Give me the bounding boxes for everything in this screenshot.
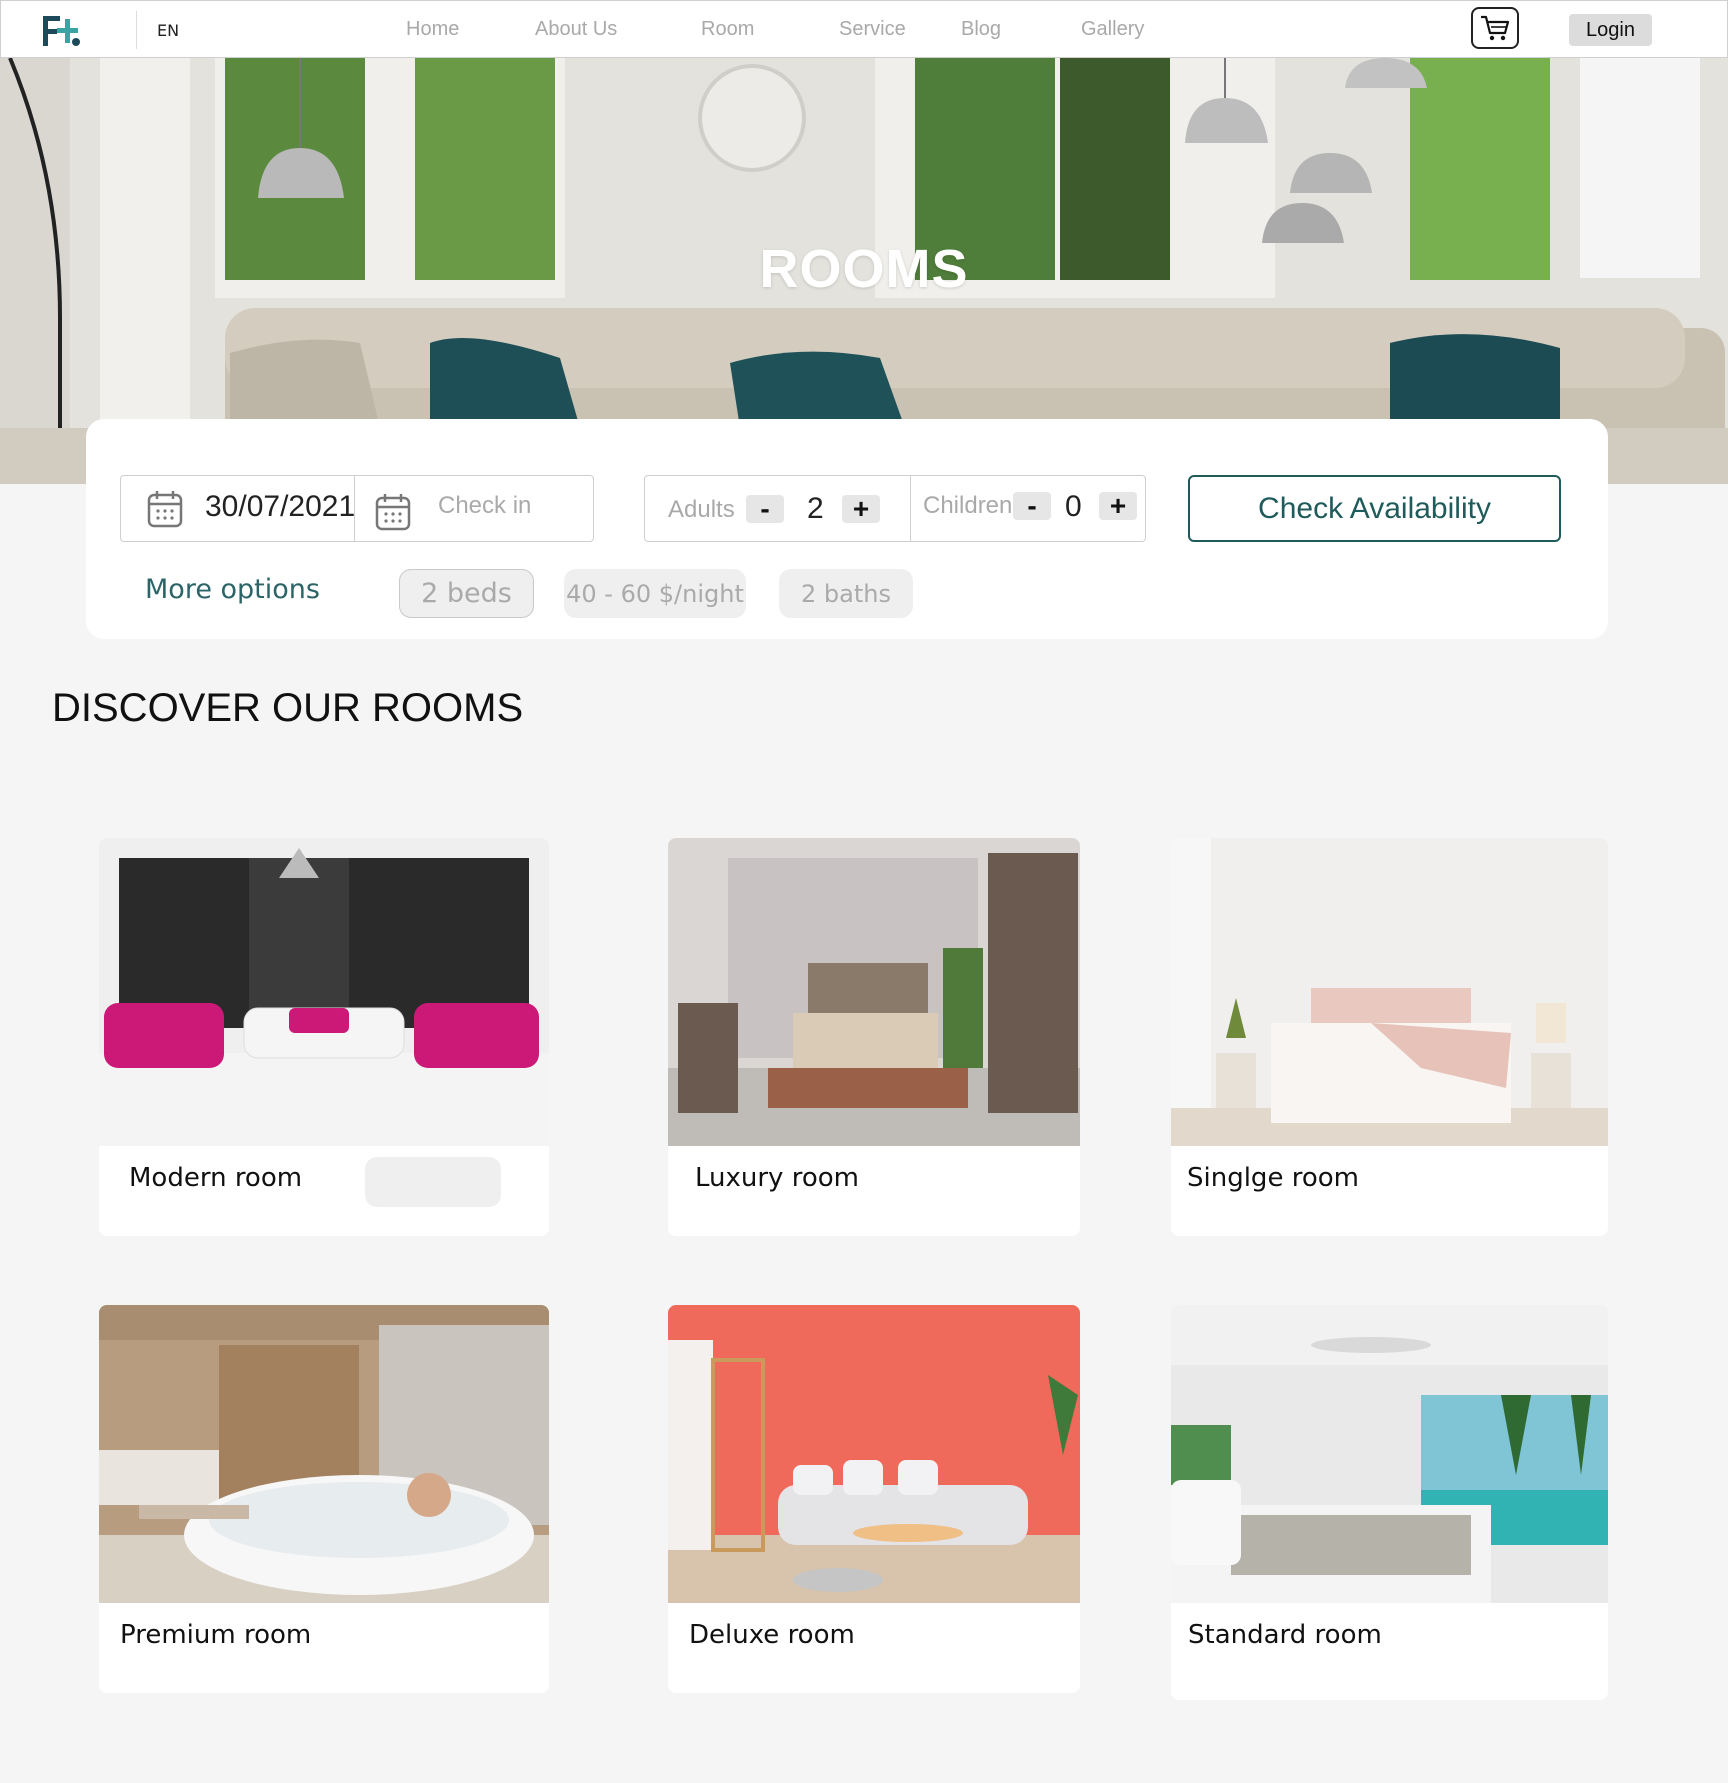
modern-room-image (99, 838, 549, 1146)
room-name[interactable]: Modern room (129, 1163, 302, 1193)
filter-beds[interactable]: 2 beds (399, 569, 534, 618)
adults-label: Adults (668, 496, 735, 523)
adults-increment-button[interactable]: + (842, 495, 880, 523)
nav-about-us[interactable]: About Us (535, 18, 617, 41)
room-name[interactable]: Luxury room (695, 1163, 859, 1193)
date-range-picker[interactable]: 30/07/2021 Check in (120, 475, 594, 542)
calendar-icon (147, 491, 183, 528)
room-name[interactable]: Standard room (1188, 1620, 1382, 1650)
page: EN Home About Us Room Service Blog Galle… (0, 0, 1728, 1783)
room-name[interactable]: Deluxe room (689, 1620, 855, 1650)
shopping-cart-icon (1481, 15, 1510, 41)
nav-service[interactable]: Service (839, 18, 906, 41)
header-divider (136, 11, 137, 49)
single-room-image (1171, 838, 1608, 1146)
room-card-luxury[interactable]: Luxury room (668, 838, 1080, 1236)
room-card-premium[interactable]: Premium room (99, 1305, 549, 1693)
children-label: Children (923, 492, 1013, 519)
children-increment-button[interactable]: + (1099, 492, 1137, 520)
check-availability-button[interactable]: Check Availability (1188, 475, 1561, 542)
language-selector[interactable]: EN (157, 21, 179, 40)
room-card-deluxe[interactable]: Deluxe room (668, 1305, 1080, 1693)
hero-title: ROOMS (759, 239, 969, 299)
room-card-single[interactable]: Singlge room (1171, 838, 1608, 1236)
booking-search-card: 30/07/2021 Check in Adults - 2 + Childre… (86, 419, 1608, 639)
calendar-icon (375, 494, 411, 531)
guest-selector: Adults - 2 + Children - 0 + (644, 475, 1146, 542)
nav-blog[interactable]: Blog (961, 18, 1001, 41)
price-placeholder (365, 1157, 501, 1207)
room-card-standard[interactable]: Standard room (1171, 1305, 1608, 1700)
deluxe-room-image (668, 1305, 1080, 1603)
adults-count: 2 (807, 492, 824, 525)
children-decrement-button[interactable]: - (1013, 492, 1051, 520)
nav-home[interactable]: Home (406, 18, 459, 41)
login-button[interactable]: Login (1569, 14, 1652, 46)
guest-divider (910, 476, 911, 541)
more-options-link[interactable]: More options (145, 574, 320, 605)
date-divider (354, 476, 355, 541)
nav-room[interactable]: Room (701, 18, 754, 41)
standard-room-image (1171, 1305, 1608, 1603)
check-in-placeholder[interactable]: Check in (438, 492, 531, 520)
room-name[interactable]: Premium room (120, 1620, 311, 1650)
top-navigation-bar: EN Home About Us Room Service Blog Galle… (0, 0, 1728, 58)
brand-logo[interactable] (17, 5, 99, 55)
filter-baths[interactable]: 2 baths (779, 569, 913, 618)
premium-room-image (99, 1305, 549, 1603)
room-name[interactable]: Singlge room (1187, 1163, 1359, 1193)
filter-price-range[interactable]: 40 - 60 $/night (564, 569, 746, 618)
section-title: DISCOVER OUR ROOMS (52, 686, 524, 730)
cart-button[interactable] (1471, 7, 1519, 49)
adults-decrement-button[interactable]: - (746, 495, 784, 523)
nav-gallery[interactable]: Gallery (1081, 18, 1144, 41)
luxury-room-image (668, 838, 1080, 1146)
check-out-date-value[interactable]: 30/07/2021 (205, 490, 355, 524)
room-card-modern[interactable]: Modern room (99, 838, 549, 1236)
children-count: 0 (1065, 490, 1082, 523)
